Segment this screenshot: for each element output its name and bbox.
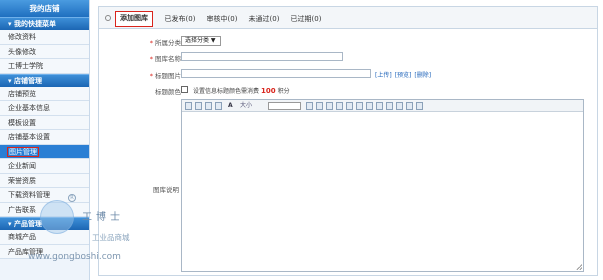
align-center-icon[interactable] xyxy=(386,102,393,110)
title-color-label: 标题颜色 xyxy=(155,88,181,96)
tab-published[interactable]: 已发布(0) xyxy=(161,11,199,27)
tab-expired[interactable]: 已过期(0) xyxy=(287,11,325,27)
align-right-icon[interactable] xyxy=(396,102,403,110)
hr-icon[interactable] xyxy=(356,102,363,110)
sidebar-item-product-library[interactable]: 产品库管理 xyxy=(0,244,89,259)
name-label: * 图库名称 xyxy=(149,55,181,63)
flash-icon[interactable] xyxy=(336,102,343,110)
tab-bullet-icon xyxy=(105,15,111,21)
section-product-management[interactable]: ▾ 产品管理 xyxy=(0,217,89,230)
section-quick-menu[interactable]: ▾ 我的快捷菜单 xyxy=(0,17,89,30)
sidebar-item-downloads[interactable]: 下载资料管理 xyxy=(0,188,89,203)
paste-text-icon[interactable] xyxy=(215,102,222,110)
sidebar-title: 我的店铺 xyxy=(0,0,89,17)
unlink-icon[interactable] xyxy=(316,102,323,110)
table-icon[interactable] xyxy=(346,102,353,110)
resize-handle-icon[interactable] xyxy=(576,264,582,270)
sidebar-item-shop-settings[interactable]: 店铺基本设置 xyxy=(0,130,89,145)
tab-reviewing[interactable]: 审核中(0) xyxy=(203,11,241,27)
sidebar-item-academy[interactable]: 工博士学院 xyxy=(0,59,89,74)
paste-icon[interactable] xyxy=(205,102,212,110)
sidebar-item-company-info[interactable]: 企业基本信息 xyxy=(0,101,89,116)
category-select[interactable]: 选择分类 ▼ xyxy=(181,36,221,46)
tab-add-gallery[interactable]: 添加图库 xyxy=(115,11,153,27)
image-icon[interactable] xyxy=(326,102,333,110)
sidebar-item-mall-products[interactable]: 商城产品 xyxy=(0,230,89,245)
points-value: 100 xyxy=(261,87,276,95)
row-name: * 图库名称 xyxy=(99,52,599,64)
sidebar-item-shop-preview[interactable]: 店铺预览 xyxy=(0,86,89,101)
editor-toolbar: A 大小 xyxy=(182,100,583,112)
sidebar: 我的店铺 ▾ 我的快捷菜单 修改资料 头像修改 工博士学院 ▾ 店铺管理 店铺预… xyxy=(0,0,90,280)
row-title-image: * 标题图片 [上传] [预览] [删除] xyxy=(99,69,599,81)
sidebar-item-label: 图片管理 xyxy=(7,146,39,157)
description-editor[interactable]: A 大小 xyxy=(181,99,584,272)
sidebar-item-honors[interactable]: 荣誉资质 xyxy=(0,173,89,188)
gallery-name-input[interactable] xyxy=(181,52,343,61)
title-image-input[interactable] xyxy=(181,69,371,78)
image-links: [上传] [预览] [删除] xyxy=(375,70,434,79)
title-image-label: * 标题图片 xyxy=(149,72,181,80)
sidebar-item-company-news[interactable]: 企业新闻 xyxy=(0,159,89,174)
special-char-icon[interactable] xyxy=(366,102,373,110)
align-left-icon[interactable] xyxy=(376,102,383,110)
font-color-icon[interactable]: A xyxy=(228,102,233,110)
title-color-checkbox[interactable] xyxy=(181,86,188,93)
about-icon[interactable] xyxy=(416,102,423,110)
sidebar-item-ad-contact[interactable]: 广告联系 xyxy=(0,202,89,217)
preview-link[interactable]: [预览] xyxy=(395,72,412,79)
sidebar-item-avatar[interactable]: 头像修改 xyxy=(0,44,89,59)
upload-link[interactable]: [上传] xyxy=(375,72,392,79)
row-category: * 所属分类 选择分类 ▼ xyxy=(99,36,599,48)
sidebar-item-image-management[interactable]: 图片管理 xyxy=(0,144,89,159)
row-title-color: 标题颜色 设置信息标题颜色需消费 100 积分 xyxy=(99,85,599,97)
link-icon[interactable] xyxy=(306,102,313,110)
copy-icon[interactable] xyxy=(195,102,202,110)
delete-link[interactable]: [删除] xyxy=(414,72,431,79)
sidebar-item-edit-profile[interactable]: 修改资料 xyxy=(0,30,89,45)
font-size-label: 大小 xyxy=(240,102,253,109)
justify-icon[interactable] xyxy=(406,102,413,110)
tab-bar: 添加图库 已发布(0) 审核中(0) 未通过(0) 已过期(0) xyxy=(99,7,597,29)
sidebar-item-template[interactable]: 模板设置 xyxy=(0,115,89,130)
tab-rejected[interactable]: 未通过(0) xyxy=(245,11,283,27)
description-label: 图库说明 xyxy=(153,186,179,194)
font-size-select[interactable] xyxy=(268,102,301,110)
category-label: * 所属分类 xyxy=(149,39,181,47)
main-panel: 添加图库 已发布(0) 审核中(0) 未通过(0) 已过期(0) * 所属分类 选… xyxy=(98,6,598,276)
section-shop-management[interactable]: ▾ 店铺管理 xyxy=(0,73,89,87)
title-color-note: 设置信息标题颜色需消费 100 积分 xyxy=(193,87,290,95)
source-icon[interactable] xyxy=(185,102,192,110)
